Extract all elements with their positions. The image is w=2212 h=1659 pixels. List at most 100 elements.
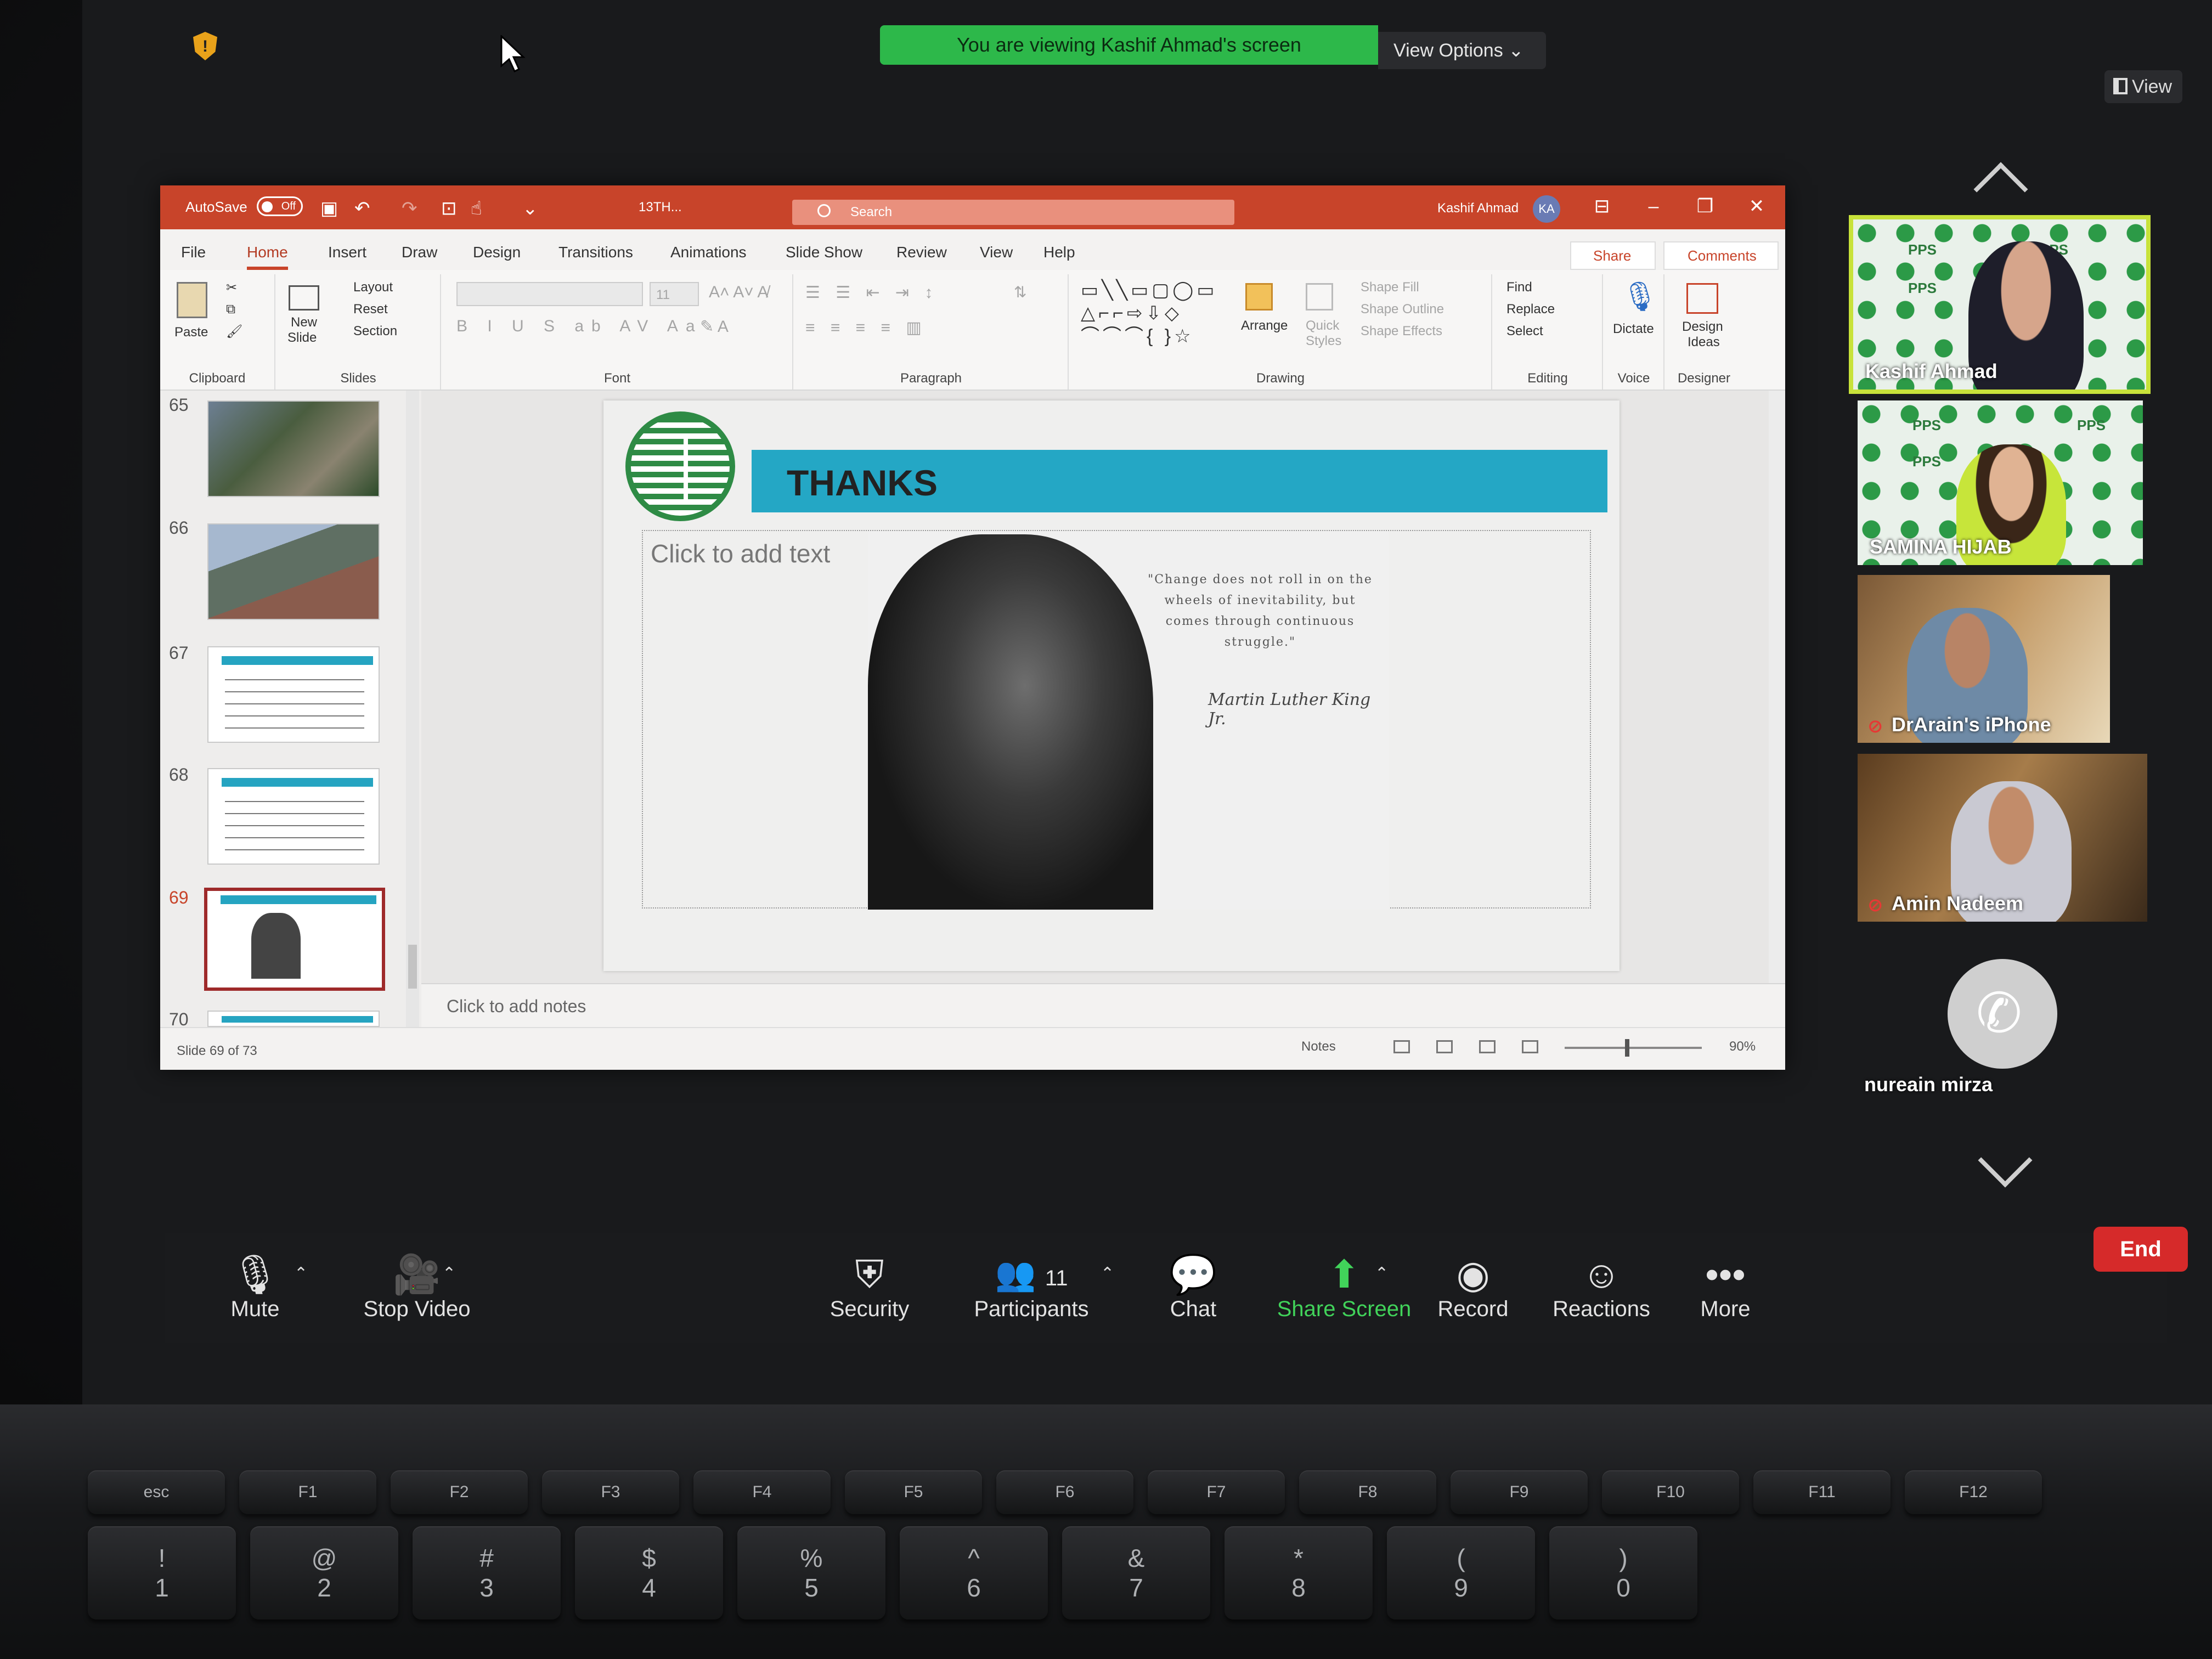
participants-options-caret[interactable]: ⌃ <box>1101 1264 1114 1283</box>
font-name-select[interactable] <box>456 282 643 306</box>
cut-icon[interactable]: ✂ <box>226 280 237 296</box>
quick-styles-label[interactable]: Quick <box>1306 318 1339 334</box>
tab-view[interactable]: View <box>980 244 1013 261</box>
dictate-label[interactable]: Dictate <box>1613 321 1654 337</box>
tab-transitions[interactable]: Transitions <box>558 244 633 261</box>
view-layout-button[interactable]: View <box>2104 70 2182 103</box>
slide-sorter-icon[interactable] <box>1436 1040 1453 1053</box>
slide-title-bar[interactable]: THANKS <box>752 450 1607 512</box>
find-button[interactable]: Find <box>1506 280 1532 295</box>
notes-button[interactable]: Notes <box>1301 1039 1336 1054</box>
participant-tile[interactable]: ⊘ DrArain's iPhone <box>1858 575 2110 743</box>
scroll-thumb[interactable] <box>408 945 417 989</box>
record-button[interactable]: ◉ Record <box>1404 1233 1542 1343</box>
save-icon[interactable]: ▣ <box>320 198 338 219</box>
share-options-caret[interactable]: ⌃ <box>1375 1264 1389 1283</box>
tab-file[interactable]: File <box>181 244 206 261</box>
text-direction-icon[interactable]: ⇅ <box>1014 283 1026 301</box>
font-size-select[interactable]: 11 <box>650 282 699 306</box>
ribbon-display-icon[interactable]: ⊟ <box>1591 195 1613 217</box>
comments-button[interactable]: Comments <box>1663 241 1779 270</box>
paste-icon[interactable] <box>177 282 207 318</box>
touch-mode-icon[interactable]: ☝ <box>471 198 482 219</box>
section-button[interactable]: Section <box>353 324 397 339</box>
close-icon[interactable]: ✕ <box>1746 195 1768 217</box>
account-name[interactable]: Kashif Ahmad <box>1437 201 1519 216</box>
design-ideas-label[interactable]: Design <box>1682 319 1723 335</box>
new-slide-label-2[interactable]: Slide <box>287 330 317 346</box>
microphone-icon[interactable]: 🎙 <box>1622 280 1658 313</box>
quick-styles-icon[interactable] <box>1306 283 1333 311</box>
autosave-toggle[interactable]: Off <box>257 196 303 216</box>
tab-insert[interactable]: Insert <box>328 244 366 261</box>
share-button[interactable]: Share <box>1570 241 1656 270</box>
quote-image[interactable]: "Change does not roll in on the wheels o… <box>868 531 1389 910</box>
chat-button[interactable]: 💬 Chat <box>1125 1233 1262 1343</box>
slide-thumbnail-selected[interactable] <box>204 888 385 991</box>
font-style-buttons[interactable]: B I U S ab AV Aa <box>456 317 703 336</box>
present-icon[interactable]: ⊡ <box>441 198 457 219</box>
slide-thumbnail[interactable] <box>207 1011 380 1027</box>
tab-home[interactable]: Home <box>247 244 288 270</box>
arrange-label[interactable]: Arrange <box>1241 318 1288 334</box>
restore-icon[interactable]: ❐ <box>1694 195 1716 217</box>
paste-label[interactable]: Paste <box>174 325 208 340</box>
share-screen-button[interactable]: ⬆ Share Screen <box>1262 1233 1426 1343</box>
tab-review[interactable]: Review <box>896 244 947 261</box>
editor-scrollbar[interactable] <box>1769 391 1785 983</box>
reset-button[interactable]: Reset <box>353 302 388 317</box>
thumbnail-scrollbar[interactable] <box>406 391 419 1027</box>
tab-design[interactable]: Design <box>473 244 521 261</box>
new-slide-label[interactable]: New <box>291 315 317 330</box>
tab-help[interactable]: Help <box>1043 244 1075 261</box>
slide-thumbnail[interactable] <box>207 646 380 743</box>
current-slide[interactable]: THANKS Click to add text "Change does no… <box>603 400 1620 971</box>
security-button[interactable]: ⛨ Security <box>801 1233 938 1343</box>
normal-view-icon[interactable] <box>1393 1040 1410 1053</box>
tab-slide-show[interactable]: Slide Show <box>786 244 862 261</box>
ppt-search-box[interactable]: Search <box>792 200 1234 225</box>
copy-icon[interactable]: ⧉ <box>226 302 235 317</box>
document-filename[interactable]: 13TH... <box>639 200 682 215</box>
slide-thumbnail[interactable] <box>207 523 380 620</box>
replace-button[interactable]: Replace <box>1506 302 1555 317</box>
participant-tile-active[interactable]: PPS PPS PPS Kashif Ahmad <box>1849 215 2151 394</box>
view-options-button[interactable]: View Options ⌄ <box>1378 32 1546 69</box>
mute-button[interactable]: 🎙 Mute <box>187 1233 324 1343</box>
participants-button[interactable]: 👥 11 Participants <box>944 1233 1119 1343</box>
zoom-level[interactable]: 90% <box>1729 1039 1756 1054</box>
slide-thumbnail[interactable] <box>207 400 380 497</box>
font-color-icon[interactable]: ✎ A <box>700 317 729 336</box>
quick-styles-label-2[interactable]: Styles <box>1306 334 1341 349</box>
tab-draw[interactable]: Draw <box>402 244 437 261</box>
zoom-slider[interactable] <box>1565 1039 1702 1057</box>
audio-options-caret[interactable]: ⌃ <box>294 1264 308 1283</box>
design-ideas-label-2[interactable]: Ideas <box>1688 335 1720 350</box>
new-slide-icon[interactable] <box>289 285 319 311</box>
grow-font-icon[interactable]: A˄ A˅ A̸ <box>709 283 768 302</box>
notes-pane[interactable]: Click to add notes <box>421 983 1785 1027</box>
participant-tile[interactable]: ⊘ Amin Nadeem <box>1858 754 2147 922</box>
layout-button[interactable]: Layout <box>353 280 393 295</box>
shape-fill-button[interactable]: Shape Fill <box>1361 280 1419 295</box>
select-button[interactable]: Select <box>1506 324 1543 339</box>
slide-thumbnail[interactable] <box>207 768 380 865</box>
slideshow-view-icon[interactable] <box>1522 1040 1538 1053</box>
stop-video-button[interactable]: 🎥 Stop Video <box>329 1233 505 1343</box>
end-meeting-button[interactable]: End <box>2094 1227 2188 1272</box>
customize-qat-icon[interactable]: ⌄ <box>522 198 538 219</box>
video-options-caret[interactable]: ⌃ <box>442 1264 456 1283</box>
design-ideas-icon[interactable] <box>1686 283 1718 314</box>
reading-view-icon[interactable] <box>1479 1040 1496 1053</box>
format-painter-icon[interactable]: 🖌 <box>226 324 242 340</box>
undo-icon[interactable]: ↶ <box>354 198 370 219</box>
arrange-icon[interactable] <box>1245 283 1273 311</box>
redo-icon[interactable]: ↷ <box>402 198 417 219</box>
shapes-gallery[interactable]: ▭╲╲▭▢◯▭ △⌐⌐⇨⇩◇ ⌒⌒⌒{ }☆ <box>1081 279 1234 348</box>
account-avatar[interactable]: KA <box>1533 195 1560 223</box>
reactions-button[interactable]: ☺ Reactions <box>1533 1233 1670 1343</box>
minimize-icon[interactable]: – <box>1643 195 1664 217</box>
more-button[interactable]: ••• More <box>1657 1233 1794 1343</box>
align-buttons[interactable]: ≡ ≡ ≡ ≡ ▥ <box>805 318 927 337</box>
text-placeholder[interactable]: Click to add text "Change does not roll … <box>642 530 1591 910</box>
